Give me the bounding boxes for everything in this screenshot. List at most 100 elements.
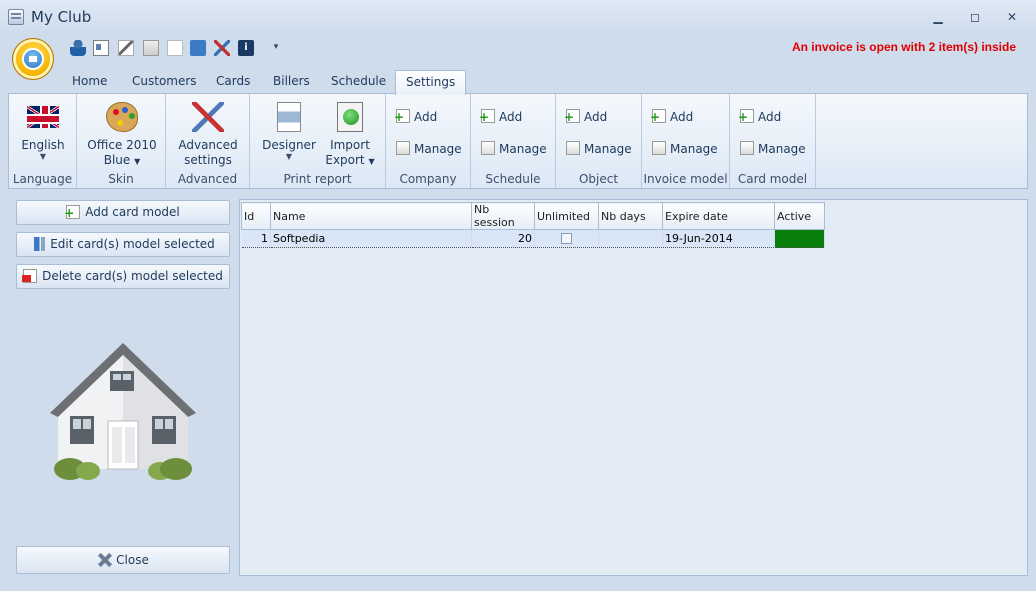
object-add-button[interactable]: Add <box>564 108 608 126</box>
manage-icon <box>652 141 666 155</box>
advanced-settings-button[interactable]: Advanced settings <box>172 102 244 168</box>
unlimited-checkbox[interactable] <box>561 233 572 244</box>
ribbon-settings: English ▼ Language Office 2010 Blue ▼ Sk… <box>8 93 1028 189</box>
edit-arrow-icon <box>31 237 46 251</box>
company-manage-button[interactable]: Manage <box>396 140 462 158</box>
invoice-model-manage-button[interactable]: Manage <box>652 140 718 158</box>
column-header-id[interactable]: Id <box>241 202 271 230</box>
column-header-nb-session[interactable]: Nb session <box>471 202 535 230</box>
object-add-label: Add <box>584 110 608 124</box>
close-label: Close <box>116 553 149 567</box>
tools-icon[interactable] <box>214 40 230 56</box>
column-header-name[interactable]: Name <box>270 202 472 230</box>
wrench-screwdriver-icon <box>192 102 224 132</box>
schedule-manage-label: Manage <box>499 142 547 156</box>
close-window-button[interactable]: ✕ <box>1002 9 1022 25</box>
schedule-add-label: Add <box>499 110 523 124</box>
cell-id[interactable]: 1 <box>241 229 271 248</box>
table-header-row: Id Name Nb session Unlimited Nb days Exp… <box>241 202 825 230</box>
group-advanced: Advanced settings Advanced <box>166 94 250 188</box>
tab-customers[interactable]: Customers <box>122 70 207 94</box>
group-label-schedule: Schedule <box>485 172 541 186</box>
add-icon <box>650 109 666 123</box>
tab-cards[interactable]: Cards <box>206 70 260 94</box>
window-title: My Club <box>31 8 92 26</box>
group-label-company: Company <box>399 172 457 186</box>
group-label-object: Object <box>578 172 619 186</box>
delete-card-model-button[interactable]: Delete card(s) model selected <box>16 264 230 289</box>
palette-icon <box>106 102 138 132</box>
manage-icon <box>740 141 754 155</box>
uk-flag-icon <box>27 106 59 128</box>
close-button[interactable]: Close <box>16 546 230 574</box>
skin-label-line2: Blue <box>103 153 131 167</box>
info-icon[interactable]: i <box>238 40 254 56</box>
column-header-active[interactable]: Active <box>774 202 825 230</box>
title-bar: My Club ▁ ◻ ✕ <box>0 0 1036 34</box>
card-model-table: Id Name Nb session Unlimited Nb days Exp… <box>241 202 825 248</box>
customize-toolbar-icon[interactable]: ▾ <box>268 42 284 58</box>
schedule-manage-button[interactable]: Manage <box>481 140 547 158</box>
cell-expire-date[interactable]: 19-Jun-2014 <box>662 229 775 248</box>
company-manage-label: Manage <box>414 142 462 156</box>
dropdown-arrow-icon: ▼ <box>368 157 375 166</box>
import-export-icon <box>337 102 363 132</box>
manage-icon <box>481 141 495 155</box>
group-invoice-model: Add Manage Invoice model <box>642 94 730 188</box>
blank-page-icon[interactable] <box>167 40 183 56</box>
customers-icon[interactable] <box>70 40 86 56</box>
edit-icon[interactable] <box>118 40 134 56</box>
advanced-label-line1: Advanced <box>178 138 238 152</box>
group-company: Add Manage Company <box>386 94 471 188</box>
add-icon <box>64 205 81 219</box>
import-export-button[interactable]: Import Export ▼ <box>322 102 378 169</box>
group-card-model: Add Manage Card model <box>730 94 816 188</box>
add-icon <box>479 109 495 123</box>
group-schedule: Add Manage Schedule <box>471 94 556 188</box>
company-add-label: Add <box>414 110 438 124</box>
document-icon[interactable] <box>143 40 159 56</box>
table-row[interactable]: 1 Softpedia 20 19-Jun-2014 <box>241 229 825 248</box>
house-illustration <box>50 343 196 480</box>
object-manage-button[interactable]: Manage <box>566 140 632 158</box>
invoice-model-manage-label: Manage <box>670 142 718 156</box>
column-header-nb-days[interactable]: Nb days <box>598 202 663 230</box>
tab-billers[interactable]: Billers <box>263 70 320 94</box>
invoice-status-message: An invoice is open with 2 item(s) inside <box>791 40 1016 54</box>
company-add-button[interactable]: Add <box>394 108 438 126</box>
column-header-expire-date[interactable]: Expire date <box>662 202 775 230</box>
maximize-button[interactable]: ◻ <box>965 9 985 25</box>
card-icon[interactable] <box>93 40 109 56</box>
import-label-line2: Export <box>325 153 365 167</box>
add-card-model-button[interactable]: Add card model <box>16 200 230 225</box>
tab-home[interactable]: Home <box>62 70 117 94</box>
card-model-manage-button[interactable]: Manage <box>740 140 806 158</box>
column-header-unlimited[interactable]: Unlimited <box>534 202 599 230</box>
group-label-invoice-model: Invoice model <box>643 172 728 186</box>
cell-active-indicator[interactable] <box>774 229 825 248</box>
add-icon <box>564 109 580 123</box>
card-model-add-button[interactable]: Add <box>738 108 781 126</box>
cell-name[interactable]: Softpedia <box>270 229 472 248</box>
add-card-model-label: Add card model <box>85 205 180 219</box>
cell-nb-session[interactable]: 20 <box>471 229 535 248</box>
group-language: English ▼ Language <box>9 94 77 188</box>
app-menu-orb[interactable] <box>12 38 54 80</box>
tab-settings[interactable]: Settings <box>395 70 467 95</box>
designer-button[interactable]: Designer ▼ <box>260 102 318 161</box>
group-label-print-report: Print report <box>283 172 352 186</box>
left-panel: Add card model Edit card(s) model select… <box>8 196 236 578</box>
tab-schedule[interactable]: Schedule <box>321 70 396 94</box>
screen-icon[interactable] <box>190 40 206 56</box>
language-button[interactable]: English ▼ <box>15 102 71 161</box>
add-icon <box>738 109 754 123</box>
minimize-button[interactable]: ▁ <box>928 9 948 25</box>
skin-button[interactable]: Office 2010 Blue ▼ <box>83 102 161 169</box>
dropdown-arrow-icon: ▼ <box>134 157 141 166</box>
edit-card-model-button[interactable]: Edit card(s) model selected <box>16 232 230 257</box>
cell-nb-days[interactable] <box>598 229 663 248</box>
schedule-add-button[interactable]: Add <box>479 108 523 126</box>
cell-unlimited[interactable] <box>534 229 599 248</box>
invoice-model-add-button[interactable]: Add <box>650 108 693 126</box>
group-print-report: Designer ▼ Import Export ▼ Print report <box>250 94 386 188</box>
